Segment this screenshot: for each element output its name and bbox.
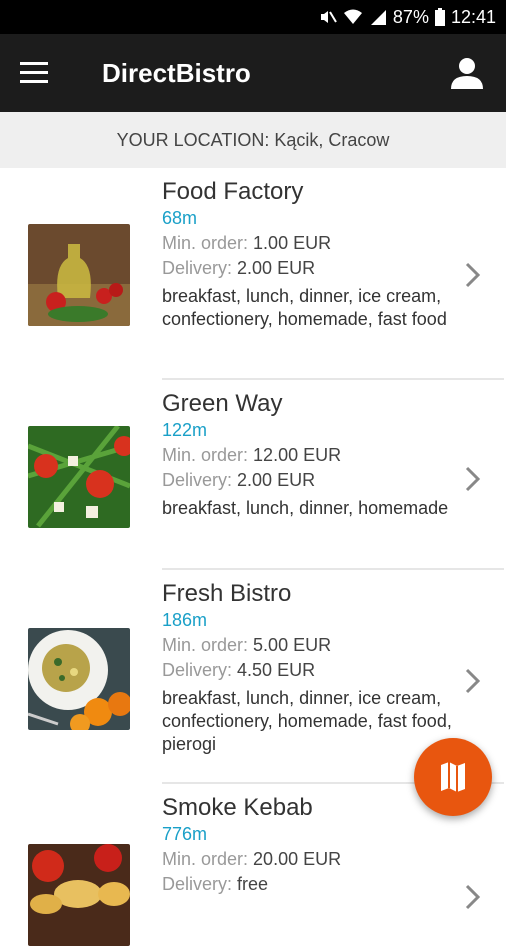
wifi-icon <box>343 9 362 24</box>
restaurant-name: Food Factory <box>162 178 304 205</box>
min-order-label: Min. order: <box>162 849 249 869</box>
restaurant-tags: breakfast, lunch, dinner, homemade <box>162 498 449 518</box>
clock: 12:41 <box>450 6 496 27</box>
delivery-row: Delivery: 2.00 EUR <box>162 258 466 279</box>
restaurant-tags: breakfast, lunch, dinner, ice cream, con… <box>162 688 452 754</box>
restaurant-name: Fresh Bistro <box>162 580 292 607</box>
delivery-value: 4.50 EUR <box>237 660 316 680</box>
min-order-value: 5.00 EUR <box>253 635 332 655</box>
delivery-row: Delivery: 4.50 EUR <box>162 660 506 681</box>
restaurant-thumbnail <box>28 844 130 946</box>
min-order-label: Min. order: <box>162 635 249 655</box>
restaurant-thumbnail <box>28 628 130 730</box>
restaurant-thumbnail <box>28 224 130 326</box>
delivery-label: Delivery: <box>162 660 233 680</box>
restaurant-item[interactable]: Food Factory 68m Min. order: 1.00 EUR De… <box>0 168 506 380</box>
map-view-button[interactable] <box>414 738 492 816</box>
battery-percent: 87% <box>392 6 429 27</box>
location-text: YOUR LOCATION: Kącik, Cracow <box>116 129 390 150</box>
delivery-label: Delivery: <box>162 470 233 490</box>
min-order-row: Min. order: 1.00 EUR <box>162 233 466 254</box>
chevron-right-icon <box>465 668 481 694</box>
min-order-row: Min. order: 12.00 EUR <box>162 445 466 466</box>
app-title: DirectBistro <box>102 58 251 88</box>
location-bar[interactable]: YOUR LOCATION: Kącik, Cracow <box>0 112 506 168</box>
hamburger-menu-icon[interactable] <box>20 62 48 84</box>
min-order-row: Min. order: 20.00 EUR <box>162 849 466 870</box>
mute-icon <box>320 11 337 23</box>
min-order-row: Min. order: 5.00 EUR <box>162 635 506 656</box>
delivery-value: 2.00 EUR <box>237 258 316 278</box>
chevron-right-icon <box>465 884 481 910</box>
min-order-label: Min. order: <box>162 445 249 465</box>
delivery-label: Delivery: <box>162 258 233 278</box>
map-icon <box>441 762 465 792</box>
restaurant-distance: 122m <box>162 420 208 440</box>
restaurant-tags: breakfast, lunch, dinner, ice cream, con… <box>162 286 447 329</box>
restaurant-name: Green Way <box>162 390 283 417</box>
delivery-value: free <box>237 874 269 894</box>
delivery-label: Delivery: <box>162 874 233 894</box>
restaurant-item[interactable]: Green Way 122m Min. order: 12.00 EUR Del… <box>0 380 506 570</box>
chevron-right-icon <box>465 262 481 288</box>
signal-icon <box>370 10 386 25</box>
delivery-value: 2.00 EUR <box>237 470 316 490</box>
status-bar: 87% 12:41 <box>0 0 506 34</box>
restaurant-distance: 186m <box>162 610 208 630</box>
restaurant-distance: 776m <box>162 824 208 844</box>
battery-icon <box>434 8 445 26</box>
min-order-value: 1.00 EUR <box>253 233 332 253</box>
min-order-label: Min. order: <box>162 233 249 253</box>
min-order-value: 12.00 EUR <box>253 445 342 465</box>
min-order-value: 20.00 EUR <box>253 849 342 869</box>
delivery-row: Delivery: 2.00 EUR <box>162 470 466 491</box>
chevron-right-icon <box>465 466 481 492</box>
user-icon[interactable] <box>450 56 484 90</box>
restaurant-thumbnail <box>28 426 130 528</box>
app-bar: DirectBistro <box>0 34 506 112</box>
restaurant-distance: 68m <box>162 208 198 228</box>
delivery-row: Delivery: free <box>162 874 466 895</box>
